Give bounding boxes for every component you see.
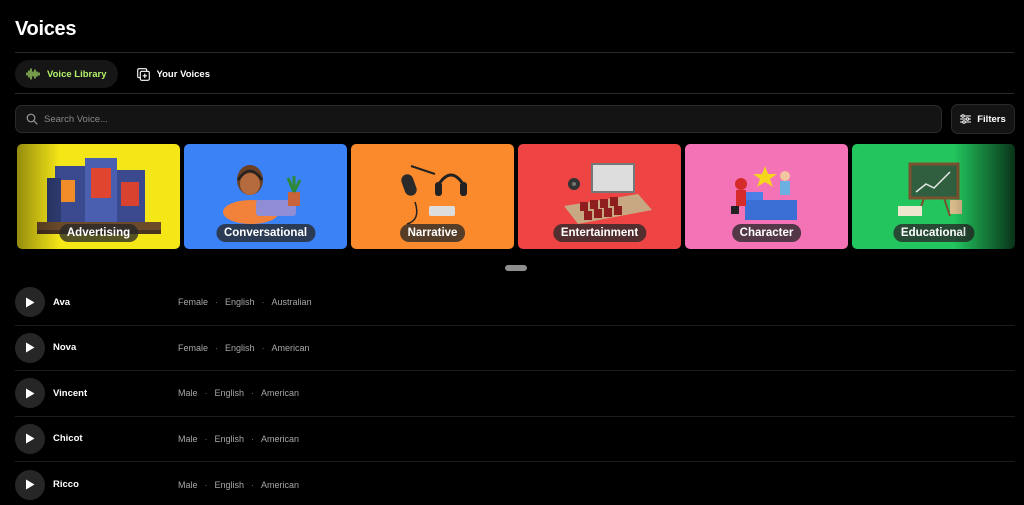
filters-label: Filters bbox=[977, 113, 1006, 125]
play-button[interactable] bbox=[15, 287, 45, 318]
voice-language: English bbox=[225, 342, 255, 353]
separator: · bbox=[251, 388, 255, 399]
category-carousel: Advertising Conversational Narrative Ent… bbox=[17, 144, 1015, 249]
voice-name: Chicot bbox=[53, 433, 83, 445]
play-icon bbox=[26, 342, 35, 353]
voice-name: Ava bbox=[53, 296, 71, 308]
voice-name: Ricco bbox=[53, 479, 79, 491]
voice-gender: Male bbox=[178, 479, 198, 490]
separator: · bbox=[251, 433, 255, 444]
tab-bar: Voice Library Your Voices bbox=[15, 60, 221, 88]
category-card-entertainment[interactable]: Entertainment bbox=[518, 144, 681, 249]
voice-accent: American bbox=[271, 342, 310, 353]
separator: · bbox=[215, 297, 219, 308]
play-button[interactable] bbox=[15, 378, 45, 409]
category-label: Conversational bbox=[215, 224, 316, 242]
tab-label: Your Voices bbox=[156, 68, 211, 80]
category-card-educational[interactable]: Educational bbox=[852, 144, 1015, 249]
voice-accent: American bbox=[261, 433, 300, 444]
separator: · bbox=[261, 297, 265, 308]
voice-name: Vincent bbox=[53, 387, 88, 399]
voice-row[interactable]: Nova Female · English · American bbox=[15, 326, 1015, 371]
category-card-advertising[interactable]: Advertising bbox=[17, 144, 180, 249]
play-button[interactable] bbox=[15, 332, 45, 363]
voice-row[interactable]: Chicot Male · English · American bbox=[15, 417, 1015, 462]
voice-row[interactable]: Ricco Male · English · American bbox=[15, 462, 1015, 505]
category-card-narrative[interactable]: Narrative bbox=[351, 144, 514, 249]
play-icon bbox=[26, 433, 35, 444]
sliders-icon bbox=[960, 114, 972, 124]
search-bar bbox=[15, 105, 942, 133]
voice-accent: Australian bbox=[271, 297, 312, 308]
add-square-icon bbox=[136, 67, 150, 81]
separator: · bbox=[204, 433, 208, 444]
separator: · bbox=[251, 479, 255, 490]
category-label: Advertising bbox=[58, 224, 139, 242]
voice-language: English bbox=[214, 479, 245, 490]
voice-list: Ava Female · English · Australian Nova F… bbox=[15, 280, 1015, 505]
header-divider bbox=[15, 52, 1014, 53]
voice-row[interactable]: Vincent Male · English · American bbox=[15, 371, 1015, 417]
filters-button[interactable]: Filters bbox=[951, 104, 1015, 134]
voice-gender: Female bbox=[178, 342, 209, 353]
play-button[interactable] bbox=[15, 469, 45, 500]
tab-voice-library[interactable]: Voice Library bbox=[15, 60, 118, 88]
carousel-scrollbar[interactable] bbox=[505, 265, 527, 271]
play-icon bbox=[26, 479, 35, 490]
voice-name: Nova bbox=[53, 342, 77, 354]
waveform-icon bbox=[26, 68, 40, 80]
category-label: Educational bbox=[892, 224, 975, 242]
page-title: Voices bbox=[15, 18, 77, 40]
separator: · bbox=[204, 388, 208, 399]
play-icon bbox=[26, 388, 35, 399]
voice-language: English bbox=[214, 433, 245, 444]
separator: · bbox=[261, 342, 265, 353]
voice-attributes: Male · English · American bbox=[178, 388, 299, 398]
category-card-character[interactable]: Character bbox=[685, 144, 848, 249]
voice-accent: American bbox=[261, 388, 300, 399]
tab-your-voices[interactable]: Your Voices bbox=[126, 60, 222, 88]
category-label: Narrative bbox=[399, 224, 466, 242]
tabs-divider bbox=[15, 93, 1014, 94]
voice-attributes: Female · English · Australian bbox=[178, 297, 312, 307]
voice-row[interactable]: Ava Female · English · Australian bbox=[15, 280, 1015, 326]
search-icon bbox=[26, 113, 38, 125]
voice-attributes: Female · English · American bbox=[178, 343, 310, 353]
separator: · bbox=[204, 479, 208, 490]
category-label: Entertainment bbox=[552, 224, 647, 242]
play-button[interactable] bbox=[15, 423, 45, 454]
voice-language: English bbox=[214, 388, 245, 399]
separator: · bbox=[215, 342, 219, 353]
voice-gender: Female bbox=[178, 297, 209, 308]
voice-attributes: Male · English · American bbox=[178, 480, 299, 490]
search-input[interactable] bbox=[44, 113, 924, 125]
category-card-conversational[interactable]: Conversational bbox=[184, 144, 347, 249]
play-icon bbox=[26, 297, 35, 308]
voice-attributes: Male · English · American bbox=[178, 434, 299, 444]
tab-label: Voice Library bbox=[47, 68, 107, 80]
voice-accent: American bbox=[261, 479, 300, 490]
voice-language: English bbox=[225, 297, 255, 308]
voice-gender: Male bbox=[178, 388, 198, 399]
voice-gender: Male bbox=[178, 433, 198, 444]
category-label: Character bbox=[731, 224, 802, 242]
